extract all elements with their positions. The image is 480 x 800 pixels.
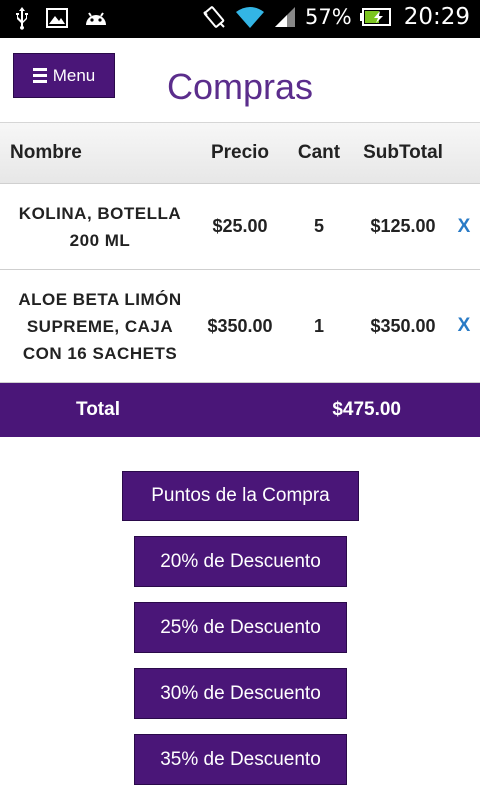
column-header-subtotal: SubTotal [363, 142, 443, 163]
total-label: Total [76, 399, 120, 420]
notification-icons [14, 6, 108, 30]
system-status: 57% 20:29 [201, 4, 470, 30]
signal-icon [275, 7, 296, 27]
image-icon [46, 8, 68, 28]
purchase-points-button[interactable]: Puntos de la Compra [122, 471, 359, 521]
column-header-name: Nombre [10, 142, 82, 163]
discount-30-button[interactable]: 30% de Descuento [134, 668, 347, 719]
product-price: $350.00 [207, 315, 273, 336]
page-title: Compras [166, 66, 314, 107]
app-header: Menu Compras [0, 38, 480, 122]
total-value: $475.00 [332, 399, 401, 420]
product-qty: 1 [313, 315, 324, 336]
remove-item-button[interactable]: X [448, 216, 480, 238]
table-row: KOLINA, BOTELLA 200 ML $25.00 5 $125.00 … [0, 184, 480, 270]
product-name: KOLINA, BOTELLA 200 ML [18, 203, 182, 250]
column-header-qty: Cant [297, 142, 341, 163]
product-subtotal: $350.00 [370, 315, 436, 336]
wifi-icon [236, 7, 265, 28]
discount-20-button[interactable]: 20% de Descuento [134, 536, 347, 587]
usb-icon [16, 7, 28, 30]
clock: 20:29 [403, 4, 470, 30]
table-row: ALOE BETA LIMÓN SUPREME, CAJA CON 16 SAC… [0, 270, 480, 383]
battery-charging-icon [359, 8, 391, 26]
product-subtotal: $125.00 [370, 216, 436, 236]
product-price: $25.00 [212, 216, 268, 236]
discount-25-button[interactable]: 25% de Descuento [134, 602, 347, 653]
vibrate-icon [203, 6, 225, 28]
cart-table: Nombre Precio Cant SubTotal KOLINA, BOTE… [0, 122, 480, 437]
android-icon [86, 12, 106, 25]
discount-35-button[interactable]: 35% de Descuento [134, 734, 347, 785]
product-qty: 5 [313, 216, 324, 236]
remove-item-button[interactable]: X [448, 315, 480, 337]
battery-percent: 57% [305, 5, 352, 29]
product-name: ALOE BETA LIMÓN SUPREME, CAJA CON 16 SAC… [18, 289, 182, 363]
status-bar: 57% 20:29 [0, 0, 480, 38]
total-row: Total $475.00 [0, 383, 480, 437]
column-header-price: Precio [210, 142, 270, 163]
table-header: Nombre Precio Cant SubTotal [0, 122, 480, 184]
